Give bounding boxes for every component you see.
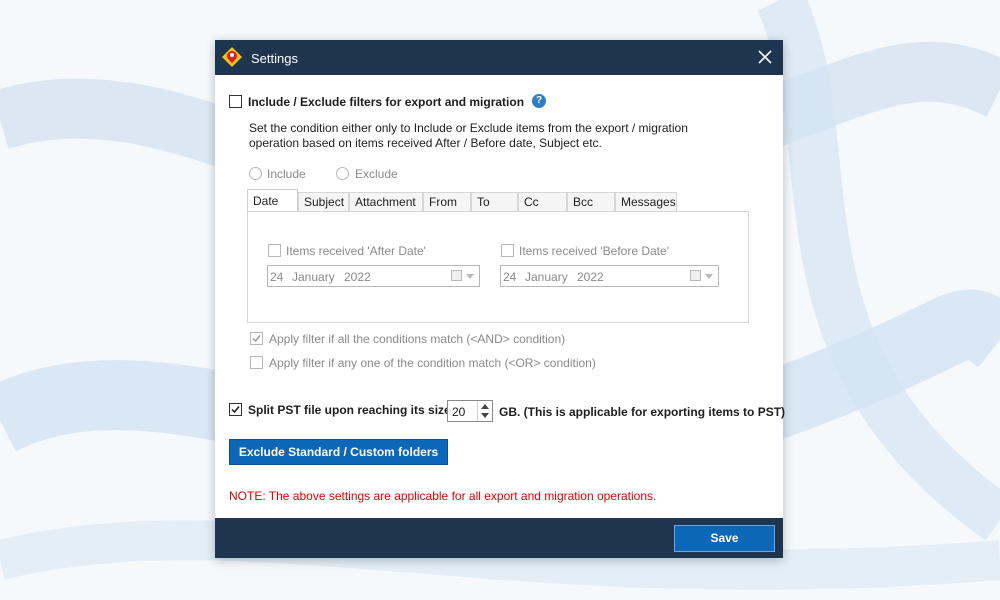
calendar-icon xyxy=(451,270,462,281)
before-date-checkbox[interactable] xyxy=(501,244,514,257)
chevron-down-icon[interactable] xyxy=(705,274,713,279)
after-date-year: 2022 xyxy=(344,270,371,284)
settings-dialog: Settings Include / Exclude filters for e… xyxy=(215,40,786,558)
chevron-down-icon[interactable] xyxy=(481,413,489,418)
after-date-day: 24 xyxy=(270,270,284,284)
filters-description-line2: operation based on items received After … xyxy=(249,136,602,150)
checkmark-icon xyxy=(252,335,261,343)
app-logo-icon xyxy=(222,47,242,67)
dialog-footer: Save xyxy=(215,518,783,558)
split-pst-label: Split PST file upon reaching its size xyxy=(248,403,451,417)
tab-attachment[interactable]: Attachment xyxy=(349,192,423,211)
chevron-down-icon[interactable] xyxy=(466,274,474,279)
before-date-year: 2022 xyxy=(577,270,604,284)
and-condition-checkbox[interactable] xyxy=(250,332,263,345)
or-condition-label: Apply filter if any one of the condition… xyxy=(269,356,596,370)
tab-to[interactable]: To xyxy=(471,192,518,211)
chevron-up-icon[interactable] xyxy=(481,404,489,409)
after-date-checkbox[interactable] xyxy=(268,244,281,257)
dialog-title: Settings xyxy=(251,51,298,66)
split-size-stepper[interactable]: 20 xyxy=(447,400,493,422)
before-date-picker[interactable]: 24 January 2022 xyxy=(500,265,719,287)
stepper-arrows xyxy=(477,401,492,421)
tab-messages[interactable]: Messages xyxy=(615,192,677,211)
checkmark-icon xyxy=(231,406,240,414)
title-bar: Settings xyxy=(215,40,783,75)
settings-note: NOTE: The above settings are applicable … xyxy=(229,489,657,503)
split-size-value: 20 xyxy=(452,405,466,419)
before-date-month: January xyxy=(525,270,568,284)
filters-description-line1: Set the condition either only to Include… xyxy=(249,121,688,135)
before-date-day: 24 xyxy=(503,270,517,284)
exclude-radio-label: Exclude xyxy=(355,167,398,181)
filters-enable-label: Include / Exclude filters for export and… xyxy=(248,95,525,109)
tab-bcc[interactable]: Bcc xyxy=(567,192,615,211)
exclude-radio[interactable] xyxy=(336,167,349,180)
calendar-icon xyxy=(690,270,701,281)
split-pst-checkbox[interactable] xyxy=(229,403,242,416)
close-icon[interactable] xyxy=(757,49,773,65)
exclude-folders-button[interactable]: Exclude Standard / Custom folders xyxy=(229,439,448,465)
after-date-month: January xyxy=(292,270,335,284)
and-condition-label: Apply filter if all the conditions match… xyxy=(269,332,566,346)
date-tab-panel: Items received 'After Date' 24 January 2… xyxy=(247,211,749,323)
split-size-suffix: GB. (This is applicable for exporting it… xyxy=(499,405,786,419)
include-radio-label: Include xyxy=(267,167,306,181)
tab-cc[interactable]: Cc xyxy=(518,192,567,211)
or-condition-checkbox[interactable] xyxy=(250,356,263,369)
after-date-picker[interactable]: 24 January 2022 xyxy=(267,265,480,287)
save-button[interactable]: Save xyxy=(674,525,775,552)
before-date-label: Items received 'Before Date' xyxy=(519,244,669,258)
filters-enable-checkbox[interactable] xyxy=(229,95,242,108)
tab-from[interactable]: From xyxy=(423,192,471,211)
include-radio[interactable] xyxy=(249,167,262,180)
tab-subject[interactable]: Subject xyxy=(298,192,349,211)
tab-date[interactable]: Date xyxy=(247,189,298,211)
after-date-label: Items received 'After Date' xyxy=(286,244,426,258)
question-mark-icon[interactable]: ? xyxy=(532,94,546,108)
